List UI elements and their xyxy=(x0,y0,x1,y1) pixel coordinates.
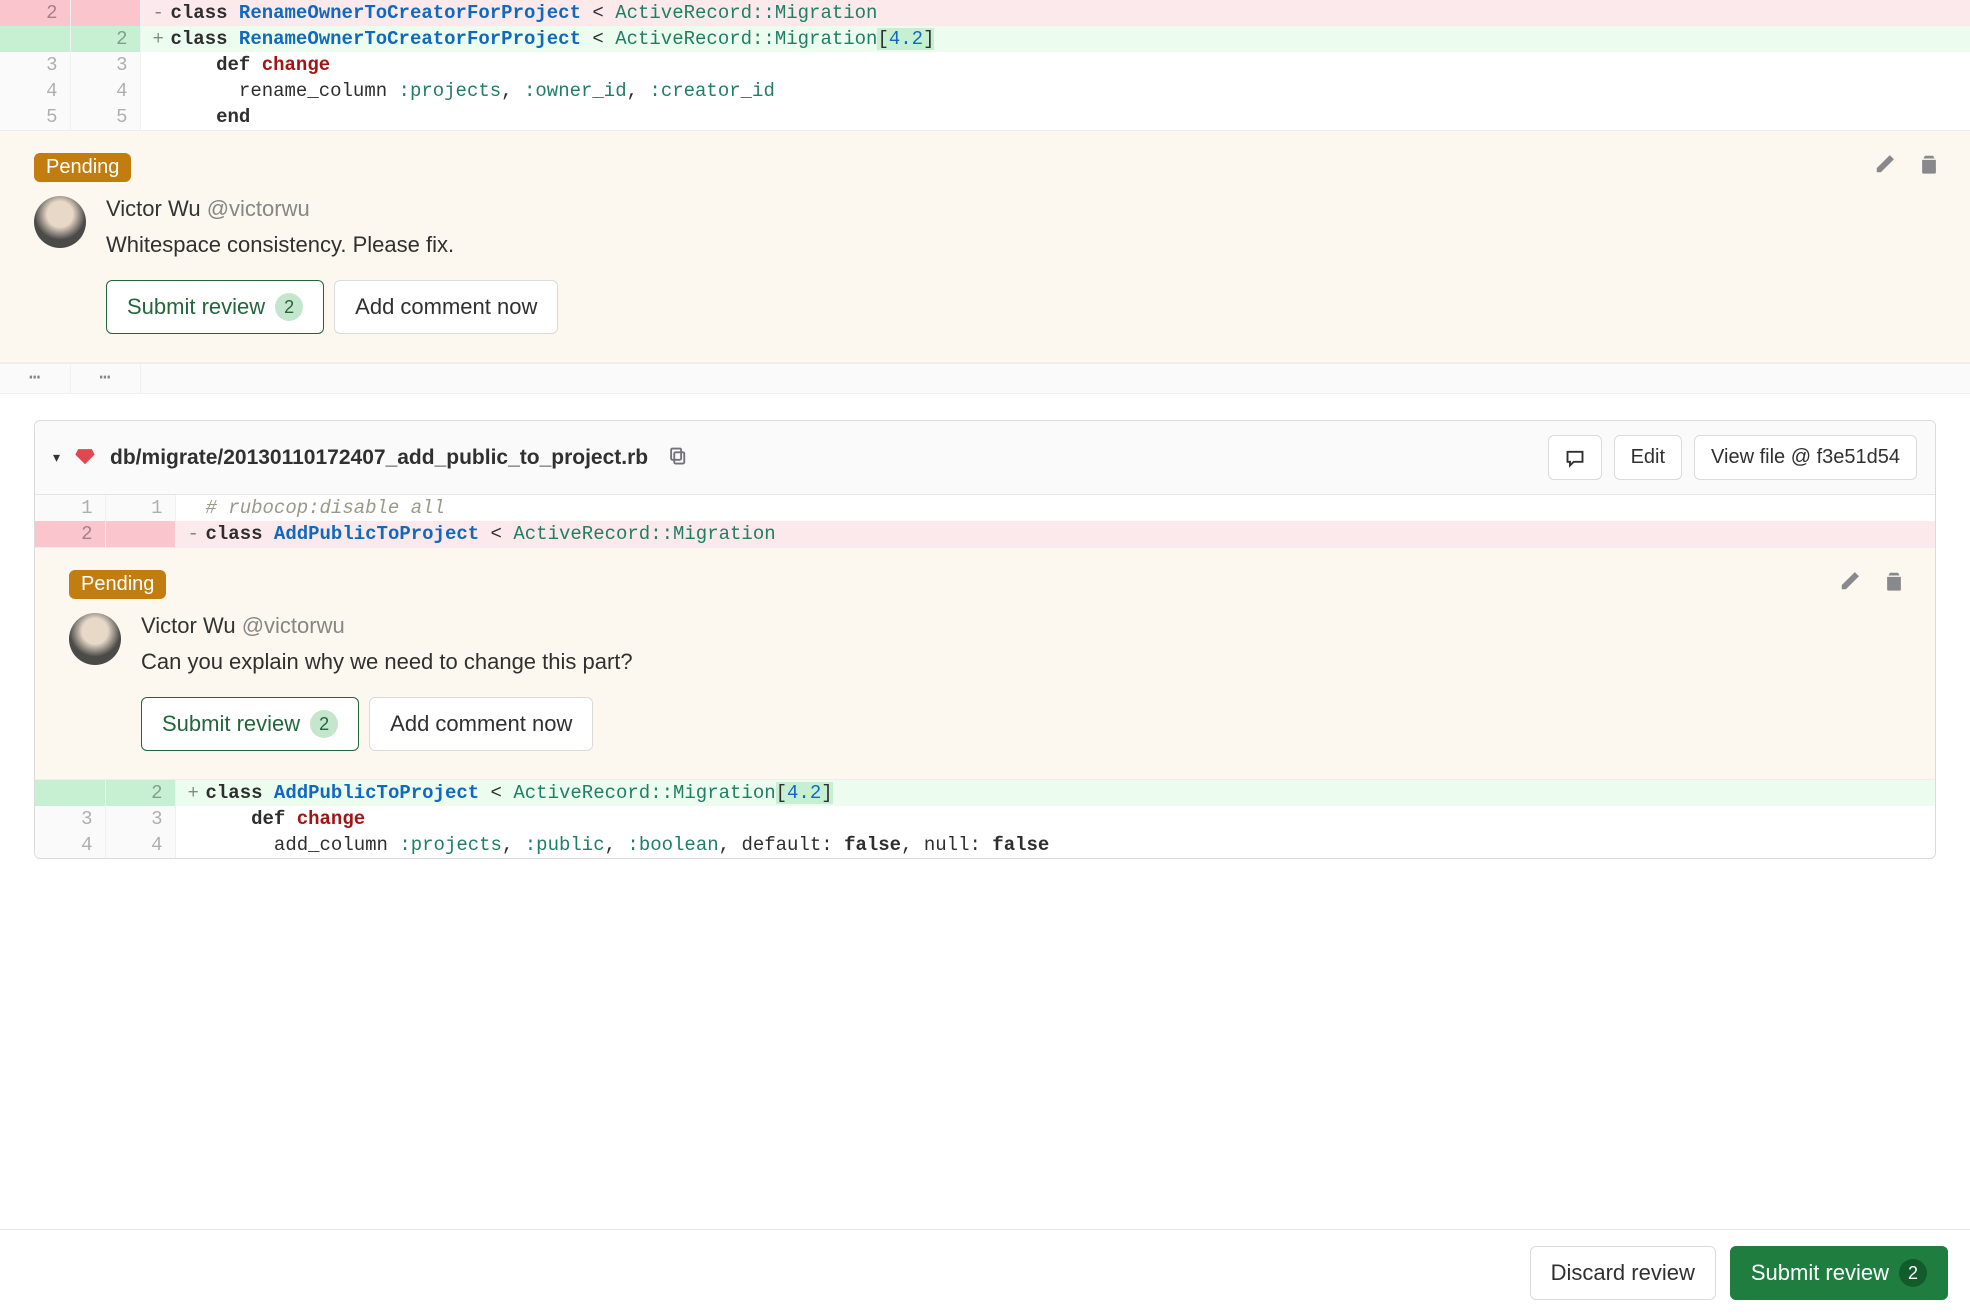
review-count-badge: 2 xyxy=(1899,1259,1927,1287)
line-number-new: 1 xyxy=(105,495,175,521)
pencil-icon[interactable] xyxy=(1874,153,1896,178)
line-number-new xyxy=(70,0,140,26)
review-discussion: Pending Victor Wu @victorwu Whitespace c… xyxy=(0,130,1970,363)
diff-line[interactable]: add_column :projects, :public, :boolean,… xyxy=(175,832,1935,858)
discard-review-button[interactable]: Discard review xyxy=(1530,1246,1716,1300)
line-number-new: 5 xyxy=(70,104,140,130)
submit-review-button[interactable]: Submit review 2 xyxy=(141,697,359,751)
avatar[interactable] xyxy=(69,613,121,665)
diff-table-file2-cont: 2 +class AddPublicToProject < ActiveReco… xyxy=(35,780,1935,858)
comment-author[interactable]: Victor Wu @victorwu xyxy=(106,196,1936,222)
comment-author[interactable]: Victor Wu @victorwu xyxy=(141,613,1901,639)
trash-icon[interactable] xyxy=(1883,570,1905,595)
diff-line[interactable]: def change xyxy=(175,806,1935,832)
comment-icon-button[interactable] xyxy=(1548,435,1602,480)
line-number-new: 4 xyxy=(105,832,175,858)
diff-line[interactable]: rename_column :projects, :owner_id, :cre… xyxy=(140,78,1970,104)
comment-body: Whitespace consistency. Please fix. xyxy=(106,232,1936,258)
diff-line[interactable]: def change xyxy=(140,52,1970,78)
diff-table-file1: 2 -class RenameOwnerToCreatorForProject … xyxy=(0,0,1970,130)
line-number-old: 1 xyxy=(35,495,105,521)
line-number-old xyxy=(0,26,70,52)
line-number-old xyxy=(35,780,105,806)
copy-path-icon[interactable] xyxy=(668,446,688,469)
review-count-badge: 2 xyxy=(275,293,303,321)
line-number-new: 4 xyxy=(70,78,140,104)
pending-badge: Pending xyxy=(34,153,131,182)
chevron-down-icon[interactable]: ▾ xyxy=(53,449,60,466)
diff-line[interactable]: end xyxy=(140,104,1970,130)
expand-lines-icon[interactable]: ⋯ xyxy=(0,364,70,394)
diff-line[interactable]: # rubocop:disable all xyxy=(175,495,1935,521)
file-header: ▾ db/migrate/20130110172407_add_public_t… xyxy=(35,421,1935,495)
pending-badge: Pending xyxy=(69,570,166,599)
expand-lines-icon[interactable]: ⋯ xyxy=(70,364,140,394)
line-number-new: 2 xyxy=(70,26,140,52)
line-number-old: 3 xyxy=(35,806,105,832)
line-number-old: 2 xyxy=(35,521,105,547)
submit-review-button[interactable]: Submit review 2 xyxy=(106,280,324,334)
line-number-new: 3 xyxy=(70,52,140,78)
file-diff-block: ▾ db/migrate/20130110172407_add_public_t… xyxy=(34,420,1936,859)
line-number-new: 3 xyxy=(105,806,175,832)
comment-body: Can you explain why we need to change th… xyxy=(141,649,1901,675)
trash-icon[interactable] xyxy=(1918,153,1940,178)
review-toolbar: Discard review Submit review 2 xyxy=(0,1229,1970,1316)
add-comment-now-button[interactable]: Add comment now xyxy=(369,697,593,751)
diff-line-removed[interactable]: -class AddPublicToProject < ActiveRecord… xyxy=(175,521,1935,547)
ruby-icon xyxy=(74,445,96,470)
line-number-old: 2 xyxy=(0,0,70,26)
diff-line-added[interactable]: +class AddPublicToProject < ActiveRecord… xyxy=(175,780,1935,806)
diff-table-file2: 1 1 # rubocop:disable all 2 -class AddPu… xyxy=(35,495,1935,547)
line-number-old: 4 xyxy=(35,832,105,858)
edit-button[interactable]: Edit xyxy=(1614,435,1682,480)
pencil-icon[interactable] xyxy=(1839,570,1861,595)
view-file-button[interactable]: View file @ f3e51d54 xyxy=(1694,435,1917,480)
diff-line-removed[interactable]: -class RenameOwnerToCreatorForProject < … xyxy=(140,0,1970,26)
line-number-new: 2 xyxy=(105,780,175,806)
review-discussion: Pending Victor Wu @victorwu Can you expl… xyxy=(35,547,1935,780)
add-comment-now-button[interactable]: Add comment now xyxy=(334,280,558,334)
diff-line-added[interactable]: +class RenameOwnerToCreatorForProject < … xyxy=(140,26,1970,52)
avatar[interactable] xyxy=(34,196,86,248)
review-count-badge: 2 xyxy=(310,710,338,738)
submit-review-button-footer[interactable]: Submit review 2 xyxy=(1730,1246,1948,1300)
line-number-new xyxy=(105,521,175,547)
file-path[interactable]: db/migrate/20130110172407_add_public_to_… xyxy=(110,446,648,470)
line-number-old: 5 xyxy=(0,104,70,130)
line-number-old: 4 xyxy=(0,78,70,104)
line-number-old: 3 xyxy=(0,52,70,78)
